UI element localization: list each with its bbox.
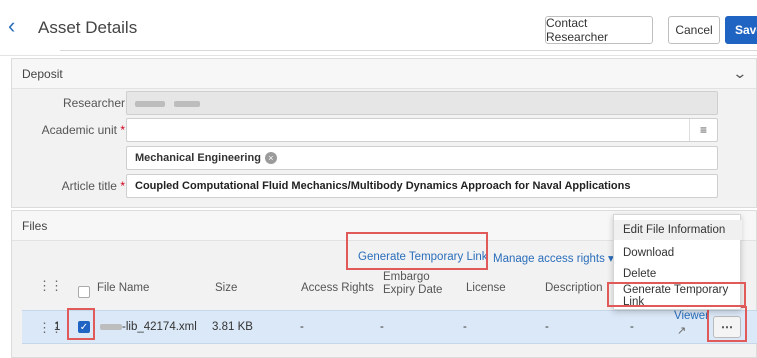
academic-unit-row: Academic unit * ≡ [12,117,757,143]
deposit-panel-header[interactable]: Deposit ⌄ [12,59,756,89]
column-license[interactable]: License [466,282,506,294]
save-button[interactable]: Save [725,16,757,44]
license-cell: - [463,321,467,333]
row-checkbox[interactable]: ✓ [78,321,90,333]
academic-unit-input[interactable]: ≡ [126,118,718,142]
files-title: Files [22,218,48,233]
deposit-panel: Deposit ⌄ Researcher Academic unit * ≡ M… [11,58,757,208]
article-title-row: Article title * Coupled Computational Fl… [12,173,757,199]
article-title-input[interactable]: Coupled Computational Fluid Mechanics/Mu… [126,174,718,198]
back-chevron-icon[interactable]: ‹ [8,15,24,39]
size-cell: 3.81 KB [212,321,253,333]
redacted-text [174,101,201,107]
generate-temporary-link-button[interactable]: Generate Temporary Link [358,251,488,263]
contact-researcher-button[interactable]: Contact Researcher [545,16,653,44]
redacted-text [135,101,165,107]
column-access-rights[interactable]: Access Rights [301,282,374,294]
select-all-checkbox[interactable] [78,286,90,298]
academic-unit-label: Academic unit * [41,123,125,137]
cancel-button[interactable]: Cancel [668,16,720,44]
description-cell: - [545,321,549,333]
manage-access-rights-dropdown[interactable]: Manage access rights ▾ [493,251,614,265]
row-index: 1 [54,321,61,333]
menu-item-delete[interactable]: Delete [614,264,742,284]
access-rights-cell: - [300,321,304,333]
close-circle-icon[interactable]: × [264,152,277,164]
researcher-row: Researcher [12,90,757,116]
column-file-name[interactable]: File Name [97,282,149,294]
external-link-icon[interactable]: ↗ [677,324,686,337]
extra-cell: - [630,321,634,333]
page-header: ‹ Asset Details Contact Researcher Cance… [0,0,757,56]
menu-item-generate-temporary-link[interactable]: Generate Temporary Link [614,284,742,308]
table-row[interactable]: ⋮⋮ 1 ✓ -lib_42174.xml 3.81 KB - - - - - … [22,310,757,344]
list-icon[interactable]: ≡ [689,119,717,141]
redacted-text [100,323,122,330]
academic-unit-chip: Mechanical Engineering × [135,152,277,164]
article-title-label: Article title * [61,179,125,193]
menu-item-edit-file-information[interactable]: Edit File Information [614,220,742,240]
chevron-down-icon[interactable]: ⌄ [733,65,748,82]
viewer-link[interactable]: Viewer [674,310,709,322]
page-title: Asset Details [38,18,138,37]
academic-unit-chip-row: Mechanical Engineering × [12,145,757,171]
column-size[interactable]: Size [215,282,237,294]
embargo-cell: - [380,321,384,333]
file-name-cell[interactable]: -lib_42174.xml [100,321,197,333]
more-icon[interactable]: ⋯ [713,316,741,338]
drag-handle-icon: ⋮⋮ [38,278,63,293]
menu-item-download[interactable]: Download [614,243,742,263]
file-actions-menu: Edit File Information Download Delete Ge… [613,214,742,310]
academic-unit-selected: Mechanical Engineering × [126,146,718,170]
column-description[interactable]: Description [545,282,603,294]
column-embargo-date[interactable]: Embargo Expiry Date [383,271,461,297]
tabs-strip [60,50,757,56]
researcher-field [126,91,718,115]
deposit-title: Deposit [22,66,63,81]
researcher-label: Researcher [62,96,125,110]
